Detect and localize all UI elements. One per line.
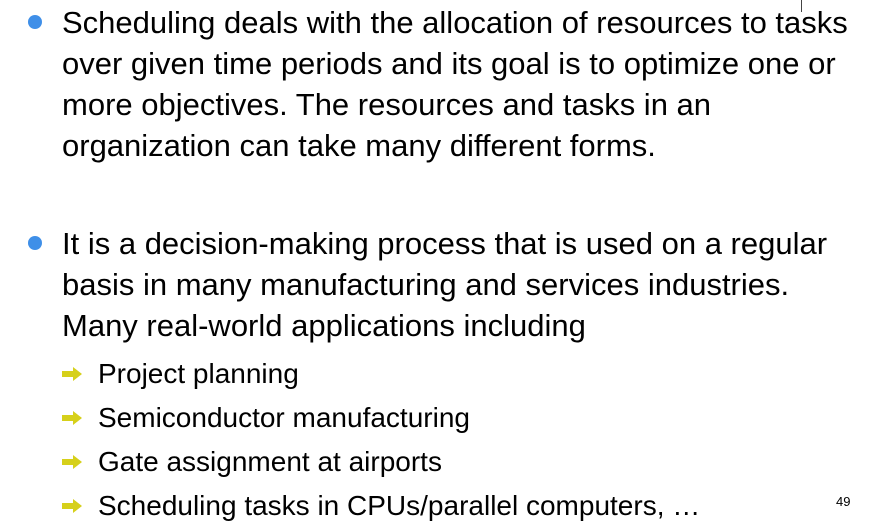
sub-item-text: Gate assignment at airports	[98, 446, 442, 477]
bullet-item-1: Scheduling deals with the allocation of …	[28, 2, 862, 166]
bullet-dot-icon	[28, 15, 42, 29]
sub-item-text: Scheduling tasks in CPUs/parallel comput…	[98, 490, 701, 521]
arrow-right-icon	[62, 499, 82, 513]
sub-list-item: Semiconductor manufacturing	[62, 396, 822, 440]
bullet-text-1: Scheduling deals with the allocation of …	[62, 5, 848, 163]
bullet-text-2: It is a decision-making process that is …	[62, 226, 828, 343]
arrow-right-icon	[62, 367, 82, 381]
sub-list-item: Project planning	[62, 352, 822, 396]
page-number: 49	[836, 494, 851, 509]
bullet-dot-icon	[28, 236, 42, 250]
sub-item-text: Semiconductor manufacturing	[98, 402, 470, 433]
slide: Scheduling deals with the allocation of …	[0, 0, 875, 530]
arrow-right-icon	[62, 411, 82, 425]
applications-sub-list: Project planning Semiconductor manufactu…	[62, 352, 822, 528]
sub-list-item: Gate assignment at airports	[62, 440, 822, 484]
arrow-right-icon	[62, 455, 82, 469]
bullet-item-2: It is a decision-making process that is …	[28, 223, 862, 346]
sub-item-text: Project planning	[98, 358, 299, 389]
sub-list-item: Scheduling tasks in CPUs/parallel comput…	[62, 484, 822, 528]
